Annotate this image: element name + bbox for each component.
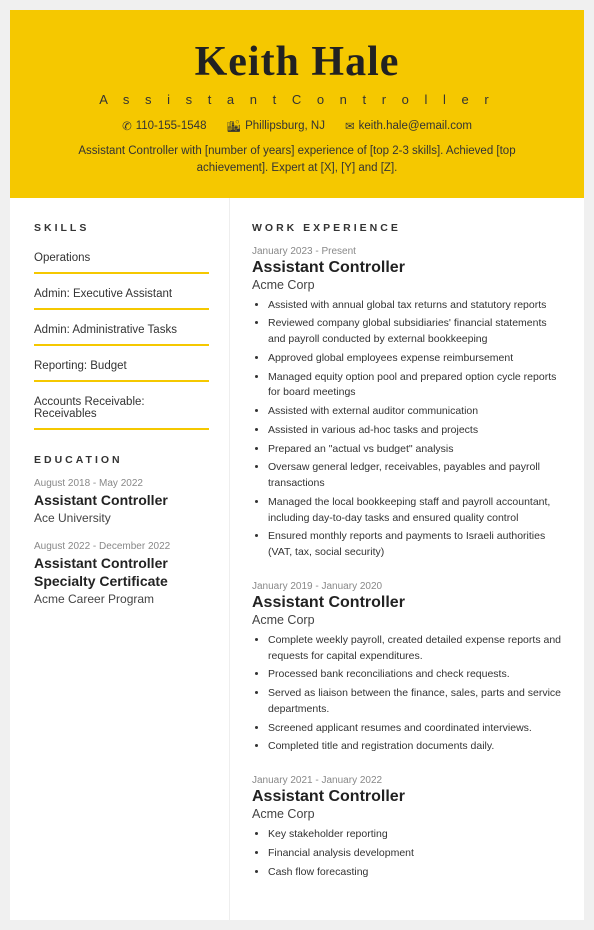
bullet-item: Assisted with annual global tax returns … [268,298,562,314]
work-entry-1: January 2019 - January 2020 Assistant Co… [252,581,562,755]
bullet-item: Managed equity option pool and prepared … [268,370,562,402]
skill-item: Accounts Receivable: Receivables [34,390,209,430]
bullet-item: Prepared an "actual vs budget" analysis [268,442,562,458]
work-date-0: January 2023 - Present [252,246,562,257]
bullet-item: Key stakeholder reporting [268,827,562,843]
phone-number: 110-155-1548 [136,120,207,132]
bullet-item: Oversaw general ledger, receivables, pay… [268,460,562,492]
location-item: 🏙 Phillipsburg, NJ [226,119,325,133]
skills-list: Operations Admin: Executive Assistant Ad… [34,246,209,430]
work-bullets-0: Assisted with annual global tax returns … [252,298,562,561]
skill-item: Reporting: Budget [34,354,209,382]
edu-date-1: August 2022 - December 2022 [34,541,209,552]
bullet-item: Served as liaison between the finance, s… [268,686,562,718]
skill-item: Admin: Administrative Tasks [34,318,209,346]
skills-section: SKILLS Operations Admin: Executive Assis… [34,222,209,430]
education-entry-0: August 2018 - May 2022 Assistant Control… [34,478,209,525]
contact-info: ✆ 110-155-1548 🏙 Phillipsburg, NJ ✉ keit… [40,119,554,133]
skill-item: Operations [34,246,209,274]
email-icon: ✉ [345,119,355,133]
bullet-item: Ensured monthly reports and payments to … [268,529,562,561]
work-bullets-2: Key stakeholder reporting Financial anal… [252,827,562,880]
edu-degree-0: Assistant Controller [34,491,209,509]
phone-icon: ✆ [122,119,132,133]
edu-institution-0: Ace University [34,511,209,525]
location-icon: 🏙 [226,119,241,133]
work-title-2: Assistant Controller [252,788,562,806]
work-company-1: Acme Corp [252,613,562,627]
phone-item: ✆ 110-155-1548 [122,119,206,133]
bullet-item: Assisted in various ad-hoc tasks and pro… [268,423,562,439]
bullet-item: Screened applicant resumes and coordinat… [268,721,562,737]
work-experience-title: WORK EXPERIENCE [252,222,562,234]
work-title-0: Assistant Controller [252,259,562,277]
bullet-item: Financial analysis development [268,846,562,862]
bullet-item: Complete weekly payroll, created detaile… [268,633,562,665]
work-company-2: Acme Corp [252,807,562,821]
education-entry-1: August 2022 - December 2022 Assistant Co… [34,541,209,606]
header-section: Keith Hale A s s i s t a n t C o n t r o… [10,10,584,198]
education-title: EDUCATION [34,454,209,466]
edu-institution-1: Acme Career Program [34,592,209,606]
email-address: keith.hale@email.com [359,120,472,132]
location-text: Phillipsburg, NJ [245,120,325,132]
education-section: EDUCATION August 2018 - May 2022 Assista… [34,454,209,607]
left-column: SKILLS Operations Admin: Executive Assis… [10,198,230,921]
summary-text: Assistant Controller with [number of yea… [47,143,547,178]
work-entry-0: January 2023 - Present Assistant Control… [252,246,562,561]
body-section: SKILLS Operations Admin: Executive Assis… [10,198,584,921]
skill-item: Admin: Executive Assistant [34,282,209,310]
work-entry-2: January 2021 - January 2022 Assistant Co… [252,775,562,880]
edu-degree-1: Assistant Controller Specialty Certifica… [34,554,209,590]
candidate-title: A s s i s t a n t C o n t r o l l e r [40,92,554,107]
bullet-item: Completed title and registration documen… [268,739,562,755]
candidate-name: Keith Hale [40,38,554,86]
email-item: ✉ keith.hale@email.com [345,119,472,133]
work-title-1: Assistant Controller [252,594,562,612]
resume-container: Keith Hale A s s i s t a n t C o n t r o… [10,10,584,920]
right-column: WORK EXPERIENCE January 2023 - Present A… [230,198,584,921]
bullet-item: Processed bank reconciliations and check… [268,667,562,683]
bullet-item: Approved global employees expense reimbu… [268,351,562,367]
work-date-1: January 2019 - January 2020 [252,581,562,592]
bullet-item: Assisted with external auditor communica… [268,404,562,420]
bullet-item: Cash flow forecasting [268,865,562,881]
work-bullets-1: Complete weekly payroll, created detaile… [252,633,562,755]
skills-title: SKILLS [34,222,209,234]
work-date-2: January 2021 - January 2022 [252,775,562,786]
bullet-item: Managed the local bookkeeping staff and … [268,495,562,527]
bullet-item: Reviewed company global subsidiaries' fi… [268,316,562,348]
edu-date-0: August 2018 - May 2022 [34,478,209,489]
work-company-0: Acme Corp [252,278,562,292]
